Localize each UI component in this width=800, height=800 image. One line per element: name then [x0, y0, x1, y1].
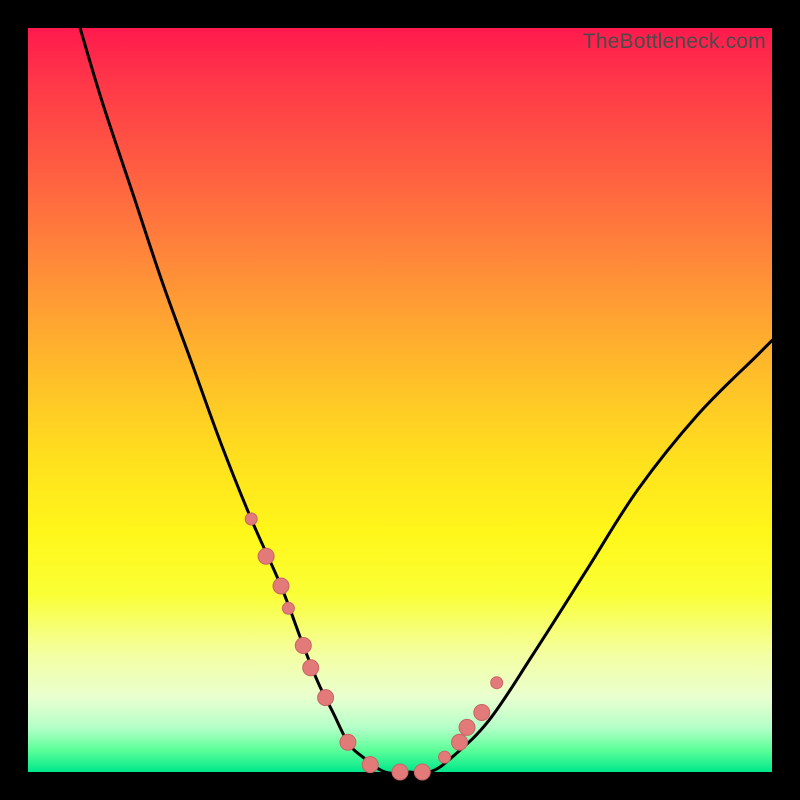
highlight-dot	[303, 660, 319, 676]
highlight-dots-group	[245, 513, 503, 780]
highlight-dot	[273, 578, 289, 594]
highlight-dot	[295, 638, 311, 654]
outer-frame: TheBottleneck.com	[0, 0, 800, 800]
highlight-dot	[282, 602, 294, 614]
highlight-dot	[258, 548, 274, 564]
highlight-dot	[459, 719, 475, 735]
highlight-dot	[245, 513, 257, 525]
highlight-dot	[491, 677, 503, 689]
highlight-dot	[474, 705, 490, 721]
highlight-dot	[362, 757, 378, 773]
chart-svg	[28, 28, 772, 772]
curve-line	[80, 28, 772, 773]
highlight-dot	[318, 690, 334, 706]
highlight-dot	[439, 751, 451, 763]
highlight-dot	[340, 734, 356, 750]
highlight-dot	[414, 764, 430, 780]
highlight-dot	[452, 734, 468, 750]
highlight-dot	[392, 764, 408, 780]
